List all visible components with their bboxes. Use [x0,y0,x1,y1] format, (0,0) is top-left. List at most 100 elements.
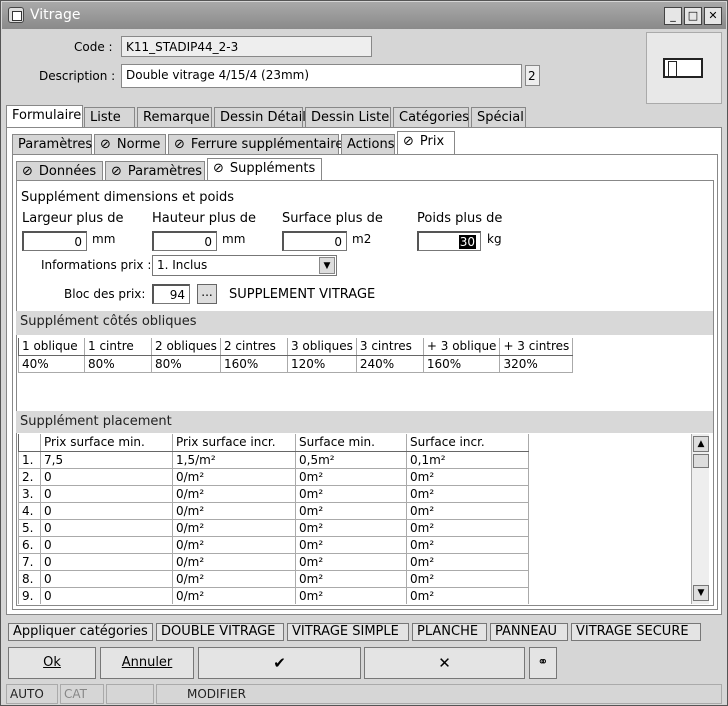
tab-ferrure[interactable]: ⊘ Ferrure supplémentaire [168,134,343,155]
placement-cell[interactable]: 0/m² [172,501,296,520]
window-title: Vitrage [30,7,81,23]
tab-donnees-label: Données [38,164,97,179]
hauteur-input[interactable]: 0 [152,231,217,251]
category-vitrage-simple-button[interactable]: VITRAGE SIMPLE [287,623,409,641]
scroll-thumb[interactable] [693,454,709,468]
placement-cell[interactable]: 0m² [406,569,529,588]
reject-cross-button[interactable]: ✕ [364,647,525,679]
binoculars-icon[interactable]: ⚭ [529,647,557,679]
obliques-cell[interactable]: 160% [422,354,501,373]
table-row[interactable]: 7. 0 0/m² 0m² 0m² [18,552,529,571]
tab-prix[interactable]: ⊘ Prix [397,131,455,154]
placement-cell[interactable]: 1,5/m² [172,450,296,469]
obliques-cell[interactable]: 160% [219,354,288,373]
tab-dessin-detail[interactable]: Dessin Détail [214,107,306,128]
table-row[interactable]: 8. 0 0/m² 0m² 0m² [18,569,529,588]
category-planche-button[interactable]: PLANCHE [412,623,487,641]
largeur-input[interactable]: 0 [22,231,87,251]
table-row[interactable]: 3. 0 0/m² 0m² 0m² [18,484,529,503]
category-double-vitrage-button[interactable]: DOUBLE VITRAGE [156,623,284,641]
table-row[interactable]: 5. 0 0/m² 0m² 0m² [18,518,529,537]
placement-cell[interactable]: 0m² [406,552,529,571]
cancel-button[interactable]: Annuler [100,647,194,679]
tab-actions[interactable]: Actions [341,134,395,155]
placement-cell[interactable]: 0m² [295,535,407,554]
bloc-prix-browse-button[interactable]: ... [197,284,217,304]
chevron-down-icon[interactable]: ▼ [319,257,335,274]
placement-cell[interactable]: 0 [40,535,173,554]
placement-cell[interactable]: 0m² [295,501,407,520]
tab-supplements[interactable]: ⊘ Suppléments [207,158,322,181]
placement-cell[interactable]: 0m² [406,518,529,537]
placement-cell[interactable]: 0/m² [172,467,296,486]
obliques-cell[interactable]: 320% [499,354,574,373]
tab-categories[interactable]: Catégories [393,107,469,128]
maximize-button[interactable]: □ [684,7,702,25]
tab-parametres-prix[interactable]: ⊘ Paramètres [105,161,205,182]
placement-cell[interactable]: 0 [40,484,173,503]
placement-cell[interactable]: 0/m² [172,535,296,554]
placement-cell[interactable]: 0m² [295,586,407,604]
placement-cell[interactable]: 0/m² [172,484,296,503]
obliques-cell[interactable]: 120% [286,354,357,373]
language-button[interactable]: 2 [525,65,540,86]
placement-cell[interactable]: 0 [40,586,173,604]
category-panneau-button[interactable]: PANNEAU [490,623,568,641]
tab-formulaire[interactable]: Formulaire [6,105,83,128]
tab-norme[interactable]: ⊘ Norme [94,134,166,155]
obliques-cell[interactable]: 40% [18,354,85,373]
tab-special[interactable]: Spécial [471,107,526,128]
placement-cell[interactable]: 0 [40,518,173,537]
tab-donnees[interactable]: ⊘ Données [16,161,103,182]
placement-cell[interactable]: 0 [40,501,173,520]
placement-cell[interactable]: 0m² [406,501,529,520]
placement-cell[interactable]: 0/m² [172,518,296,537]
placement-cell[interactable]: 0m² [406,586,529,604]
placement-cell[interactable]: 0 [40,552,173,571]
placement-cell[interactable]: 0/m² [172,552,296,571]
placement-cell[interactable]: 0/m² [172,569,296,588]
scroll-up-icon[interactable]: ▲ [693,436,709,452]
apply-categories-button[interactable]: Appliquer catégories [8,623,153,641]
code-field[interactable]: K11_STADIP44_2-3 [121,36,372,57]
table-row[interactable]: 6. 0 0/m² 0m² 0m² [18,535,529,554]
placement-cell[interactable]: 0,1m² [406,450,529,469]
close-button[interactable]: ✕ [704,7,722,25]
obliques-cell[interactable]: 240% [355,354,424,373]
tab-remarque[interactable]: Remarque [137,107,212,128]
hauteur-label: Hauteur plus de [152,211,257,226]
obliques-cell[interactable]: 80% [151,354,221,373]
placement-cell[interactable]: 0m² [295,552,407,571]
minimize-button[interactable]: _ [664,7,682,25]
placement-cell[interactable]: 0 [40,569,173,588]
placement-cell[interactable]: 0m² [295,467,407,486]
obliques-cell[interactable]: 80% [84,354,152,373]
surface-input[interactable]: 0 [282,231,347,251]
placement-cell[interactable]: 0m² [295,569,407,588]
scroll-down-icon[interactable]: ▼ [693,585,709,601]
placement-cell[interactable]: 0/m² [172,586,296,604]
ok-button[interactable]: Ok [8,647,96,679]
tab-liste[interactable]: Liste [84,107,135,128]
info-prix-select[interactable]: 1. Inclus ▼ [152,255,337,276]
placement-cell[interactable]: 0,5m² [295,450,407,469]
confirm-check-button[interactable]: ✔ [198,647,361,679]
placement-cell[interactable]: 0m² [406,484,529,503]
bloc-prix-input[interactable]: 94 [152,284,190,304]
placement-scrollbar[interactable]: ▲ ▼ [691,434,709,604]
poids-input[interactable]: 30 [417,231,481,251]
placement-cell[interactable]: 0m² [295,484,407,503]
table-row[interactable]: 2. 0 0/m² 0m² 0m² [18,467,529,486]
tab-parametres[interactable]: Paramètres [12,134,92,155]
placement-cell[interactable]: 0m² [406,535,529,554]
table-row[interactable]: 1. 7,5 1,5/m² 0,5m² 0,1m² [18,450,529,469]
placement-cell[interactable]: 0 [40,467,173,486]
table-row[interactable]: 9. 0 0/m² 0m² 0m² [18,586,529,604]
placement-cell[interactable]: 0m² [295,518,407,537]
placement-cell[interactable]: 7,5 [40,450,173,469]
table-row[interactable]: 4. 0 0/m² 0m² 0m² [18,501,529,520]
placement-cell[interactable]: 0m² [406,467,529,486]
description-field[interactable]: Double vitrage 4/15/4 (23mm) [121,64,522,88]
tab-dessin-liste[interactable]: Dessin Liste [305,107,391,128]
category-vitrage-secure-button[interactable]: VITRAGE SECURE [571,623,701,641]
